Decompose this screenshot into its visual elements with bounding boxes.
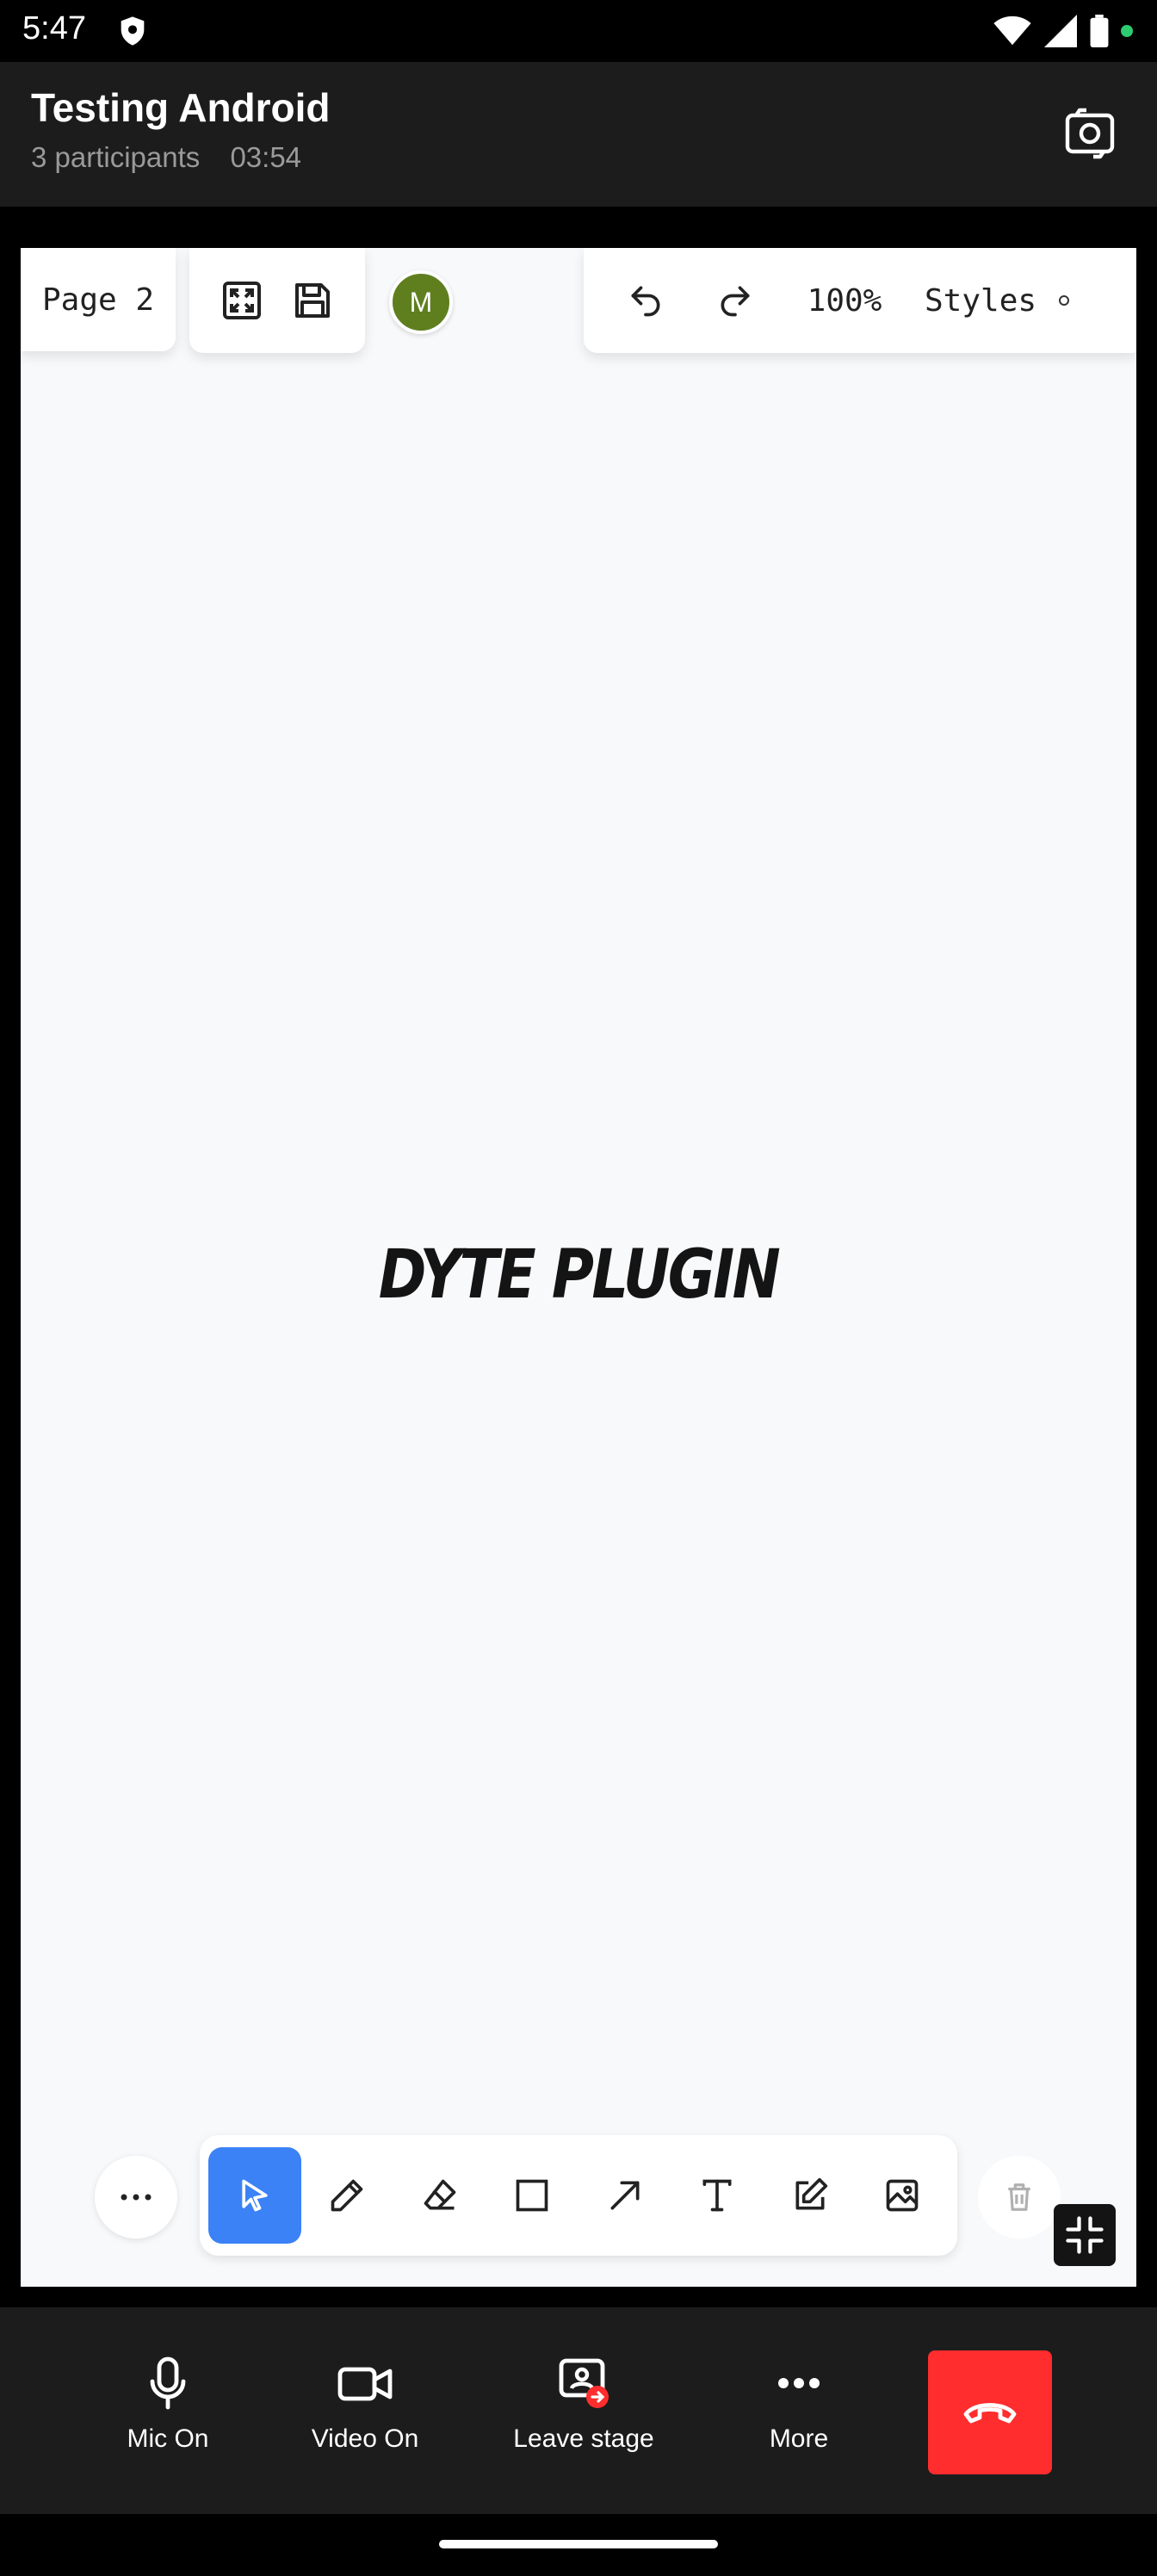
rectangle-icon (516, 2179, 548, 2212)
video-camera-icon (337, 2367, 393, 2401)
more-dots-icon (778, 2378, 820, 2388)
more-label: More (769, 2424, 829, 2453)
color-dot-icon (1059, 295, 1070, 306)
video-label: Video On (311, 2424, 419, 2453)
video-toggle[interactable]: Video On (270, 2356, 460, 2454)
battery-icon (1090, 15, 1109, 47)
canvas-text-shape[interactable]: DYTE PLUGIN (99, 1236, 1059, 1314)
image-icon (886, 2179, 919, 2212)
exit-fullscreen-button[interactable] (1054, 2204, 1116, 2266)
status-icons (993, 12, 1133, 50)
pencil-icon (331, 2179, 363, 2212)
delete-button[interactable] (978, 2156, 1061, 2239)
wifi-icon (993, 15, 1031, 46)
tool-text[interactable] (671, 2147, 764, 2244)
meeting-controls: Mic On Video On Leave stage More (0, 2307, 1157, 2514)
home-indicator[interactable] (439, 2540, 718, 2548)
history-zoom-toolbar: 100% Styles (584, 248, 1136, 353)
shield-icon (121, 16, 145, 46)
microphone-icon (150, 2356, 186, 2410)
redo-button[interactable] (690, 257, 780, 344)
styles-button[interactable]: Styles (925, 282, 1070, 319)
stage-area: Page 2 M 100% Styles DYTE PLUGIN (0, 207, 1157, 2307)
trash-icon (1008, 2183, 1030, 2211)
drawing-toolbar (200, 2135, 957, 2256)
status-time: 5:47 (22, 10, 86, 46)
privacy-indicator (1121, 25, 1133, 37)
fit-screen-icon[interactable] (221, 280, 263, 321)
signal-icon (1044, 15, 1077, 47)
meeting-duration: 03:54 (230, 141, 302, 173)
tool-select[interactable] (208, 2147, 301, 2244)
end-call-button[interactable] (928, 2350, 1052, 2474)
camera-switch-icon[interactable] (1062, 105, 1117, 160)
arrow-icon (610, 2181, 640, 2210)
page-label: Page 2 (41, 282, 155, 318)
eraser-icon (424, 2179, 456, 2210)
meeting-subtitle: 3 participants 03:54 (31, 141, 324, 174)
more-tools-button[interactable] (95, 2156, 177, 2239)
meeting-title: Testing Android (31, 85, 331, 130)
cursor-icon (242, 2179, 268, 2212)
board-actions (189, 248, 365, 353)
page-selector[interactable]: Page 2 (21, 248, 176, 351)
tool-arrow[interactable] (578, 2147, 671, 2244)
whiteboard-canvas[interactable]: Page 2 M 100% Styles DYTE PLUGIN (21, 248, 1136, 2287)
tool-pencil[interactable] (301, 2147, 394, 2244)
meeting-header: Testing Android 3 participants 03:54 (0, 62, 1157, 207)
leave-stage-label: Leave stage (513, 2424, 654, 2453)
save-icon[interactable] (292, 280, 333, 321)
tool-sticky-note[interactable] (764, 2147, 857, 2244)
leave-stage-icon (559, 2358, 609, 2408)
redo-icon (721, 286, 750, 317)
sticky-note-icon (795, 2177, 827, 2210)
tool-rectangle[interactable] (486, 2147, 579, 2244)
hang-up-icon (963, 2403, 1017, 2424)
system-nav-bar (0, 2514, 1157, 2576)
avatar[interactable]: M (389, 270, 453, 334)
tool-image[interactable] (857, 2147, 950, 2244)
status-bar: 5:47 (0, 0, 1157, 62)
more-button[interactable]: More (704, 2356, 894, 2454)
zoom-level[interactable]: 100% (780, 283, 909, 319)
ellipsis-icon (121, 2194, 152, 2201)
participant-count: 3 participants (31, 141, 201, 173)
styles-label: Styles (925, 282, 1037, 319)
leave-stage-button[interactable]: Leave stage (489, 2356, 678, 2454)
text-icon (702, 2179, 732, 2212)
undo-icon (631, 286, 660, 317)
tool-eraser[interactable] (393, 2147, 486, 2244)
mic-toggle[interactable]: Mic On (73, 2356, 263, 2454)
mic-label: Mic On (127, 2424, 209, 2453)
exit-fullscreen-icon (1066, 2216, 1104, 2254)
undo-button[interactable] (601, 257, 690, 344)
